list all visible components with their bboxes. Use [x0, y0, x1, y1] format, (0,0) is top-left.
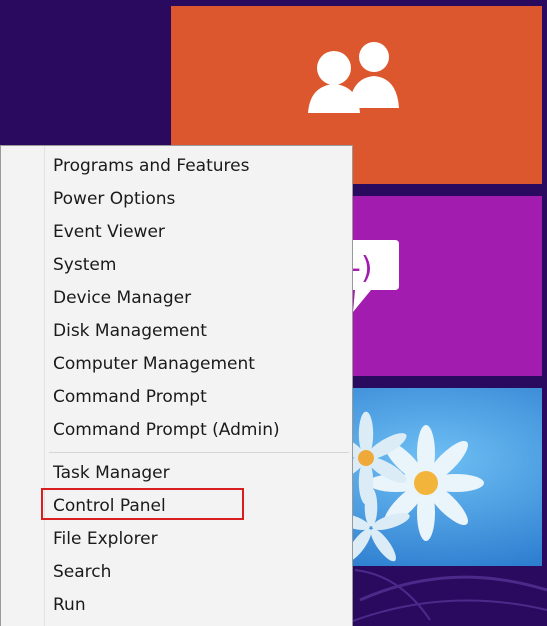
- menu-item-event-viewer[interactable]: Event Viewer: [53, 218, 165, 246]
- menu-item-file-explorer[interactable]: File Explorer: [53, 525, 158, 553]
- menu-separator: [49, 452, 349, 453]
- menu-gutter: [1, 146, 45, 626]
- menu-item-command-prompt[interactable]: Command Prompt: [53, 383, 207, 411]
- menu-item-task-manager[interactable]: Task Manager: [53, 459, 170, 487]
- menu-item-computer-management[interactable]: Computer Management: [53, 350, 255, 378]
- control-panel-highlight-box: [41, 488, 244, 520]
- menu-item-system[interactable]: System: [53, 251, 116, 279]
- menu-item-power-options[interactable]: Power Options: [53, 185, 175, 213]
- winx-context-menu: Programs and Features Power Options Even…: [0, 145, 353, 626]
- menu-item-device-manager[interactable]: Device Manager: [53, 284, 191, 312]
- menu-item-programs-and-features[interactable]: Programs and Features: [53, 152, 249, 180]
- menu-item-disk-management[interactable]: Disk Management: [53, 317, 207, 345]
- menu-item-run[interactable]: Run: [53, 591, 86, 619]
- svg-text:-): -): [350, 251, 373, 286]
- menu-item-search[interactable]: Search: [53, 558, 111, 586]
- menu-item-command-prompt-admin[interactable]: Command Prompt (Admin): [53, 416, 280, 444]
